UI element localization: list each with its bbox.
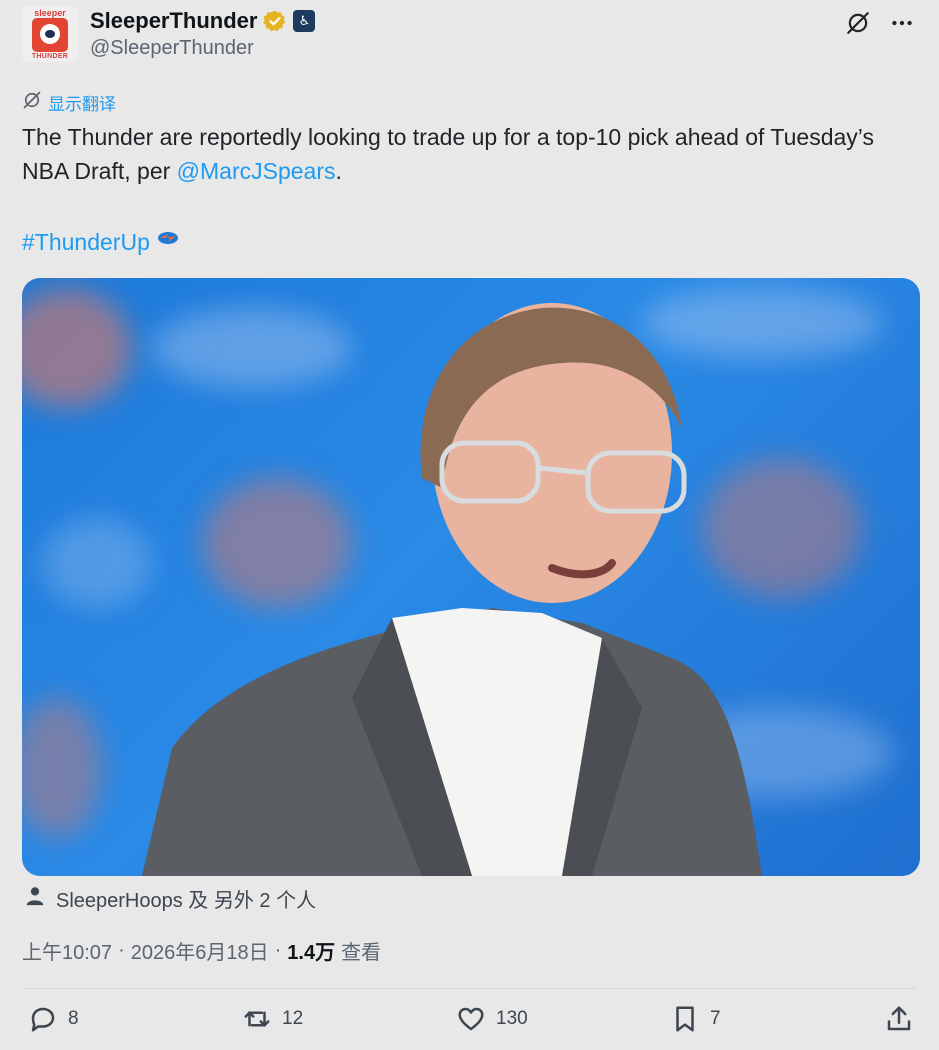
reply-count: 8 [68,1008,79,1029]
tweet-text: The Thunder are reportedly looking to tr… [22,120,902,188]
name-row: SleeperThunder ♿ [90,8,316,34]
share-button[interactable] [884,1004,914,1034]
tweet-date[interactable]: 2026年6月18日 [131,936,269,965]
verified-badge-icon[interactable] [263,9,287,33]
grok-icon[interactable] [843,8,873,38]
avatar-brand-bottom: THUNDER [31,53,69,60]
action-bar: 8 12 130 7 [28,1004,917,1040]
tweet-header: sleeper THUNDER SleeperThunder ♿ @Sleepe… [22,6,917,66]
share-icon [887,1006,911,1031]
reply-icon [31,1007,55,1032]
tweet-body-text: The Thunder are reportedly looking to tr… [22,124,874,184]
like-button[interactable]: 130 [456,1004,528,1034]
avatar-brand-top: sleeper [34,8,66,18]
more-icon[interactable] [887,8,917,38]
retweet-button[interactable]: 12 [242,1004,303,1034]
thunder-emoji-icon [156,225,180,259]
hashtag-line: #ThunderUp [22,225,180,259]
person-icon [24,885,46,913]
tweet-meta: 上午10:07 · 2026年6月18日 · 1.4万 查看 [22,936,381,965]
views-label: 查看 [341,942,382,964]
bookmark-button[interactable]: 7 [670,1004,721,1034]
retweet-count: 12 [282,1008,304,1029]
tagged-people-text: SleeperHoops 及 另外 2 个人 [56,890,317,912]
person-figure [142,303,762,876]
tweet-body-end: . [335,158,342,184]
meta-separator: · [274,939,282,961]
author-handle[interactable]: @SleeperThunder [90,37,254,60]
hashtag-link[interactable]: #ThunderUp [22,225,150,259]
avatar-logo [32,18,68,52]
mention-link[interactable]: @MarcJSpears [177,158,336,184]
retweet-icon [244,1011,270,1027]
bookmark-icon [676,1006,694,1032]
tweet-photo[interactable] [22,278,920,876]
translate-icon [22,90,42,115]
heart-icon [458,1007,484,1031]
bookmark-count: 7 [710,1008,721,1029]
affiliate-badge-icon[interactable]: ♿ [293,10,316,32]
tagged-people[interactable]: SleeperHoops 及 另外 2 个人 [24,884,316,913]
top-actions [843,8,917,38]
reply-button[interactable]: 8 [28,1004,79,1034]
translate-label: 显示翻译 [48,95,116,114]
tweet-time[interactable]: 上午10:07 [22,936,112,965]
meta-separator: · [118,939,125,961]
show-translation-link[interactable]: 显示翻译 [22,90,116,115]
views-count[interactable]: 1.4万 [287,936,335,965]
like-count: 130 [496,1008,528,1029]
divider [22,988,917,989]
author-avatar[interactable]: sleeper THUNDER [22,6,78,62]
author-display-name[interactable]: SleeperThunder [90,8,257,34]
